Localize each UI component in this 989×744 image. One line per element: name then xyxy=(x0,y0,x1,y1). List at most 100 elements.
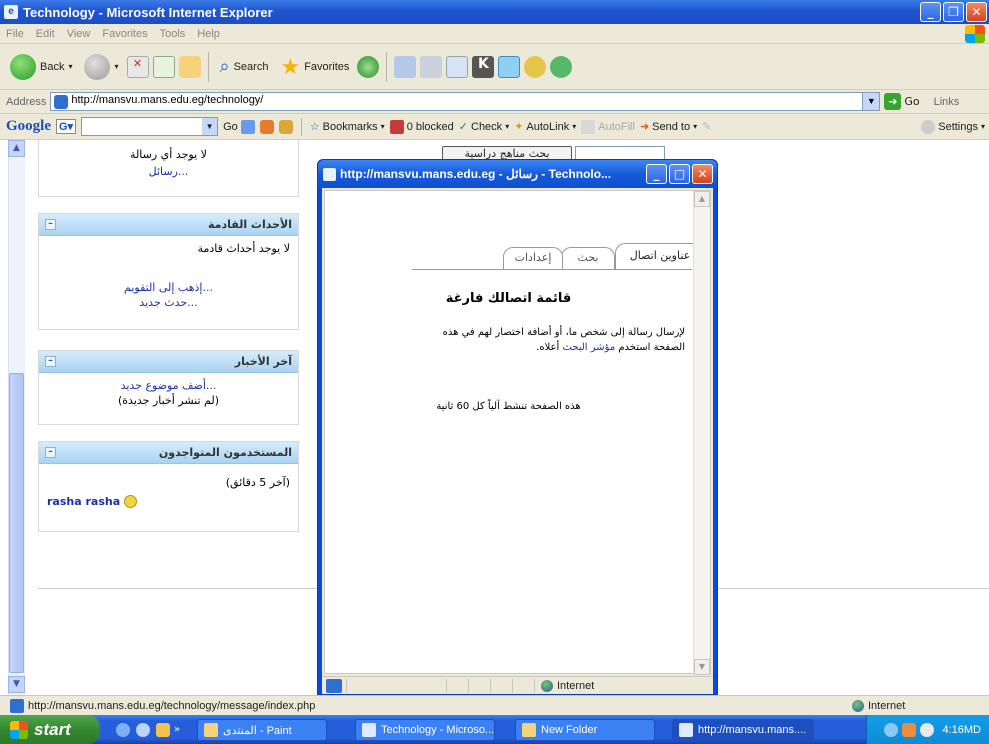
quick-launch-icon[interactable] xyxy=(156,722,170,737)
k-icon[interactable]: K xyxy=(472,55,495,78)
mail-icon[interactable] xyxy=(394,55,417,78)
print-icon[interactable] xyxy=(420,55,443,78)
settings-button[interactable]: Settings ▾ xyxy=(921,119,985,134)
address-label: Address xyxy=(6,95,47,108)
links-button[interactable]: Links xyxy=(934,96,960,108)
page-rank-icon[interactable] xyxy=(278,119,293,134)
windows-logo-icon xyxy=(965,25,985,43)
edit-icon[interactable] xyxy=(446,55,469,78)
news-title: آخر الأخبار xyxy=(234,355,292,368)
autofill-button[interactable]: AutoFill xyxy=(581,119,635,134)
popup-zone-text: Internet xyxy=(557,679,595,692)
send-to-button[interactable]: ➜ Send to ▾ xyxy=(640,120,697,134)
quick-launch-media-icon[interactable] xyxy=(136,722,150,737)
scroll-down-icon[interactable]: ▼ xyxy=(8,676,25,693)
refresh-icon[interactable] xyxy=(152,55,175,78)
address-dropdown-icon[interactable]: ▼ xyxy=(862,93,880,110)
scroll-up-icon[interactable]: ▲ xyxy=(694,191,710,207)
news-icon[interactable] xyxy=(259,119,274,134)
messages-link[interactable]: رسائل... xyxy=(47,165,290,178)
google-go-button[interactable]: Go xyxy=(223,119,255,134)
add-topic-link[interactable]: أضف موضوع جديد... xyxy=(47,379,290,392)
scroll-down-icon[interactable]: ▼ xyxy=(694,659,710,675)
highlight-icon[interactable]: ✎ xyxy=(702,120,711,133)
new-event-link[interactable]: حدث جديد... xyxy=(47,296,290,309)
forward-button[interactable]: ▾ xyxy=(80,50,122,84)
maximize-button[interactable]: ❐ xyxy=(943,2,964,22)
taskbar-item-paint[interactable]: المنتدى - Paint xyxy=(197,719,327,741)
collapse-icon[interactable]: – xyxy=(45,219,56,230)
separator xyxy=(386,51,388,82)
popup-maximize-button[interactable]: □ xyxy=(669,164,690,184)
menu-edit[interactable]: Edit xyxy=(36,28,55,40)
search-pointer-link[interactable]: مؤشر البحث xyxy=(562,342,615,353)
minimize-button[interactable]: _ xyxy=(920,2,941,22)
google-logo[interactable]: Google xyxy=(6,118,51,135)
menu-file[interactable]: File xyxy=(6,28,24,40)
online-user-link[interactable]: rasha rasha xyxy=(47,495,120,508)
events-title: الأحداث القادمة xyxy=(208,218,292,231)
tab-search[interactable]: بحث xyxy=(561,247,615,269)
menu-favorites[interactable]: Favorites xyxy=(102,28,147,40)
collapse-icon[interactable]: – xyxy=(45,356,56,367)
messenger-icon[interactable] xyxy=(498,55,521,78)
search-button[interactable]: ⌕ Search xyxy=(216,50,273,84)
instructions-text: لإرسال رسالة إلى شخص ما، أو أضافة اختصار… xyxy=(442,327,685,353)
menu-tools[interactable]: Tools xyxy=(160,28,186,40)
menu-help[interactable]: Help xyxy=(197,28,220,40)
tab-settings[interactable]: إعدادات xyxy=(503,247,563,269)
quick-launch-more-icon[interactable]: » xyxy=(174,724,180,735)
menu-bar: File Edit View Favorites Tools Help xyxy=(0,24,989,44)
stop-icon[interactable]: ✕ xyxy=(126,55,149,78)
tab-contacts[interactable]: عناوين اتصال xyxy=(615,243,705,269)
ie-icon xyxy=(679,723,693,737)
home-icon[interactable] xyxy=(178,55,201,78)
antivirus-icon[interactable] xyxy=(902,722,917,737)
autolink-button[interactable]: ✦ AutoLink ▾ xyxy=(514,120,576,134)
calendar-link[interactable]: إذهب إلى التقويم... xyxy=(47,281,290,294)
online-users-block: – المستخدمون المتواجدون (آخر 5 دقائق) ra… xyxy=(38,441,299,532)
close-button[interactable]: ✕ xyxy=(966,2,987,22)
status-cell xyxy=(468,678,490,693)
collapse-icon[interactable]: – xyxy=(45,447,56,458)
internet-zone-icon xyxy=(541,679,553,692)
messages-block: لا يوجد أي رسالة رسائل... xyxy=(38,140,299,197)
taskbar-item-new-folder[interactable]: New Folder xyxy=(515,719,655,741)
scroll-thumb[interactable] xyxy=(9,373,24,673)
spellcheck-icon: ✓ xyxy=(458,121,468,133)
online-users-title: المستخدمون المتواجدون xyxy=(158,446,292,459)
menu-view[interactable]: View xyxy=(67,28,91,40)
history-icon[interactable] xyxy=(357,55,380,78)
scroll-up-icon[interactable]: ▲ xyxy=(8,140,25,157)
popup-close-button[interactable]: ✕ xyxy=(692,164,713,184)
back-button[interactable]: Back ▾ xyxy=(6,50,76,84)
address-input[interactable]: http://mansvu.mans.edu.eg/technology/ ▼ xyxy=(50,92,881,111)
status-bar: http://mansvu.mans.edu.eg/technology/mes… xyxy=(0,695,989,715)
popup-scrollbar[interactable]: ▲ ▼ xyxy=(693,191,710,675)
folder-icon xyxy=(522,723,536,737)
start-button[interactable]: start xyxy=(0,715,100,744)
taskbar-item-technology[interactable]: Technology - Microso... xyxy=(355,719,495,741)
status-cell xyxy=(512,678,534,693)
windows-logo-icon xyxy=(10,720,28,739)
messages-popup-window[interactable]: http://mansvu.mans.edu.eg - رسائل - Tech… xyxy=(317,159,718,695)
quick-launch-ie-icon[interactable] xyxy=(116,722,130,737)
msn-buddies-icon[interactable] xyxy=(550,55,573,78)
google-menu-icon[interactable]: G▾ xyxy=(56,119,77,134)
network-icon[interactable] xyxy=(884,722,899,737)
emoticon-icon[interactable] xyxy=(524,55,547,78)
ie-title-bar[interactable]: e Technology - Microsoft Internet Explor… xyxy=(0,0,989,24)
taskbar-item-popup[interactable]: http://mansvu.mans.... xyxy=(672,719,814,741)
spell-check-button[interactable]: ✓ Check ▾ xyxy=(458,120,509,134)
popup-blocker-button[interactable]: 0 blocked xyxy=(389,119,454,134)
bookmarks-button[interactable]: ☆ Bookmarks ▾ xyxy=(310,120,385,134)
separator xyxy=(300,117,302,136)
volume-icon[interactable] xyxy=(920,722,935,737)
favorites-button[interactable]: ★ Favorites xyxy=(276,50,353,84)
clock[interactable]: 4:16MD xyxy=(942,724,981,736)
wand-icon: ✦ xyxy=(514,121,524,133)
popup-minimize-button[interactable]: _ xyxy=(646,164,667,184)
dropdown-icon[interactable]: ▼ xyxy=(202,118,218,135)
go-button[interactable]: ➜ Go xyxy=(884,93,920,110)
google-search-input[interactable]: ▼ xyxy=(81,117,219,136)
